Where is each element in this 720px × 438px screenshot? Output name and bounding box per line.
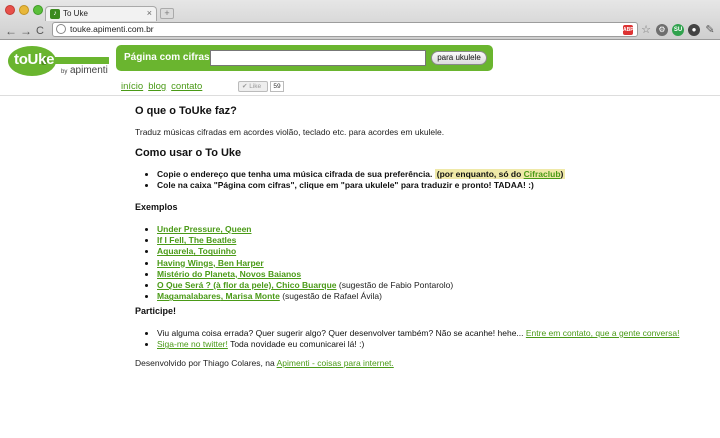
example-artist: , Ben Harper bbox=[213, 257, 264, 268]
tab-title: To Uke bbox=[63, 9, 88, 18]
what-heading: O que o ToUke faz? bbox=[135, 105, 237, 117]
tab-close-icon[interactable]: × bbox=[147, 8, 152, 18]
cifraclub-note: (por enquanto, só do Cifraclub) bbox=[434, 169, 566, 179]
top-nav: início blog contato bbox=[121, 81, 207, 92]
new-tab-button[interactable]: + bbox=[160, 8, 174, 19]
logo-by: by bbox=[61, 69, 68, 75]
participe-1-text: Viu alguma coisa errada? Quer sugerir al… bbox=[157, 328, 526, 338]
list-item: Viu alguma coisa errada? Quer sugerir al… bbox=[157, 328, 715, 339]
participe-list: Viu alguma coisa errada? Quer sugerir al… bbox=[135, 328, 715, 350]
list-item: O Que Será ? (à flor da pele), Chico Bua… bbox=[157, 280, 715, 291]
search-label: Página com cifras: bbox=[124, 52, 213, 63]
list-item: Magamalabares, Marisa Monte (sugestão de… bbox=[157, 291, 715, 302]
nav-link-inicio[interactable]: início bbox=[121, 81, 143, 92]
browser-chrome: ♪ To Uke × + ← → C touke.apimenti.com.br… bbox=[0, 0, 720, 40]
how-step-2: Cole na caixa "Página com cifras", cliqu… bbox=[157, 180, 715, 191]
forward-button[interactable]: → bbox=[20, 24, 32, 38]
twitter-link[interactable]: Siga-me no twitter! bbox=[157, 339, 228, 349]
example-song-title: Mistério do Planeta bbox=[157, 268, 235, 279]
example-artist: , Toquinho bbox=[193, 246, 237, 257]
how-steps: Copie o endereço que tenha uma música ci… bbox=[135, 169, 715, 191]
zoom-window-button[interactable] bbox=[33, 5, 43, 15]
example-note: (sugestão de Rafael Ávila) bbox=[279, 291, 382, 302]
how-step-1: Copie o endereço que tenha uma música ci… bbox=[157, 169, 715, 180]
list-item: Having Wings, Ben Harper bbox=[157, 258, 715, 269]
cifraclub-link[interactable]: Cifraclub bbox=[524, 169, 561, 179]
extension-circle-icon[interactable]: ● bbox=[688, 24, 700, 36]
list-item: Siga-me no twitter! Toda novidade eu com… bbox=[157, 339, 715, 350]
how-step-1-text: Copie o endereço que tenha uma música ci… bbox=[157, 169, 433, 179]
favicon-icon: ♪ bbox=[50, 9, 60, 19]
reload-button[interactable]: C bbox=[36, 24, 44, 38]
example-song-title: O Que Será ? (à flor da pele) bbox=[157, 280, 272, 291]
example-artist: , Queen bbox=[220, 224, 252, 234]
cifraclub-note-text: (por enquanto, só do bbox=[436, 169, 524, 179]
cifraclub-note-close: ) bbox=[560, 169, 564, 179]
list-item: Aquarela, Toquinho bbox=[157, 246, 715, 257]
examples-heading: Exemplos bbox=[135, 202, 178, 212]
example-artist: , Novos Baianos bbox=[234, 268, 302, 279]
example-song-title: Magamalabares bbox=[157, 291, 221, 302]
example-song-link[interactable]: Mistério do Planeta, Novos Baianos bbox=[157, 269, 301, 279]
nav-link-blog[interactable]: blog bbox=[148, 81, 166, 92]
chord-url-input[interactable] bbox=[210, 50, 426, 66]
participe-heading: Participe! bbox=[135, 306, 177, 316]
adblock-icon[interactable]: ABP bbox=[623, 25, 634, 35]
example-artist: , Marisa Monte bbox=[220, 291, 280, 302]
example-song-link[interactable]: Magamalabares, Marisa Monte bbox=[157, 291, 280, 301]
example-song-link[interactable]: Under Pressure, Queen bbox=[157, 224, 252, 234]
example-song-link[interactable]: O Que Será ? (à flor da pele), Chico Bua… bbox=[157, 280, 337, 290]
logo-brand: apimenti bbox=[70, 65, 108, 76]
extension-gear-icon[interactable]: ⚙ bbox=[656, 24, 668, 36]
what-description: Traduz músicas cifradas em acordes violã… bbox=[135, 127, 445, 137]
apimenti-link[interactable]: Apimenti - coisas para internet. bbox=[277, 358, 394, 368]
list-item: If I Fell, The Beatles bbox=[157, 235, 715, 246]
example-song-title: If I Fell bbox=[157, 235, 184, 246]
example-song-title: Aquarela bbox=[157, 246, 194, 257]
close-window-button[interactable] bbox=[5, 5, 15, 15]
touke-logo[interactable]: toUke by apimenti bbox=[6, 45, 110, 79]
example-song-title: Having Wings bbox=[157, 257, 214, 268]
how-heading: Como usar o To Uke bbox=[135, 147, 242, 159]
address-bar[interactable]: touke.apimenti.com.br ABP bbox=[52, 22, 638, 37]
participe-2-text: Toda novidade eu comunicarei lá! :) bbox=[227, 339, 365, 350]
examples-list: Under Pressure, Queen If I Fell, The Bea… bbox=[135, 224, 715, 302]
example-song-link[interactable]: Aquarela, Toquinho bbox=[157, 246, 236, 256]
example-artist: , The Beatles bbox=[183, 235, 237, 246]
footer-credit: Desenvolvido por Thiago Colares, na Apim… bbox=[135, 358, 394, 368]
list-item: Under Pressure, Queen bbox=[157, 224, 715, 235]
list-item: Mistério do Planeta, Novos Baianos bbox=[157, 269, 715, 280]
contact-link[interactable]: Entre em contato, que a gente conversa! bbox=[526, 328, 680, 338]
wrench-menu-icon[interactable]: ✎ bbox=[704, 24, 716, 36]
address-url[interactable]: touke.apimenti.com.br bbox=[70, 24, 154, 34]
bookmark-star-icon[interactable]: ☆ bbox=[640, 24, 652, 36]
browser-tab[interactable]: ♪ To Uke × bbox=[45, 6, 157, 21]
logo-wordmark: toUke bbox=[14, 51, 55, 68]
stumbleupon-icon[interactable]: SU bbox=[672, 24, 684, 36]
header-divider bbox=[0, 95, 720, 96]
footer-text: Desenvolvido por Thiago Colares, na bbox=[135, 358, 277, 368]
globe-icon bbox=[56, 24, 66, 34]
like-count: 59 bbox=[270, 81, 284, 92]
minimize-window-button[interactable] bbox=[19, 5, 29, 15]
para-ukulele-button[interactable]: para ukulele bbox=[431, 51, 487, 65]
nav-link-contato[interactable]: contato bbox=[171, 81, 202, 92]
chord-search-form: Página com cifras: para ukulele bbox=[116, 45, 493, 71]
example-artist: , Chico Buarque bbox=[271, 280, 337, 291]
facebook-like-button[interactable]: ✔ Like bbox=[238, 81, 268, 92]
example-song-title: Under Pressure bbox=[157, 224, 221, 234]
example-song-link[interactable]: Having Wings, Ben Harper bbox=[157, 258, 264, 268]
back-button[interactable]: ← bbox=[5, 24, 17, 38]
example-song-link[interactable]: If I Fell, The Beatles bbox=[157, 235, 236, 245]
example-note: (sugestão de Fabio Pontarolo) bbox=[336, 280, 454, 291]
